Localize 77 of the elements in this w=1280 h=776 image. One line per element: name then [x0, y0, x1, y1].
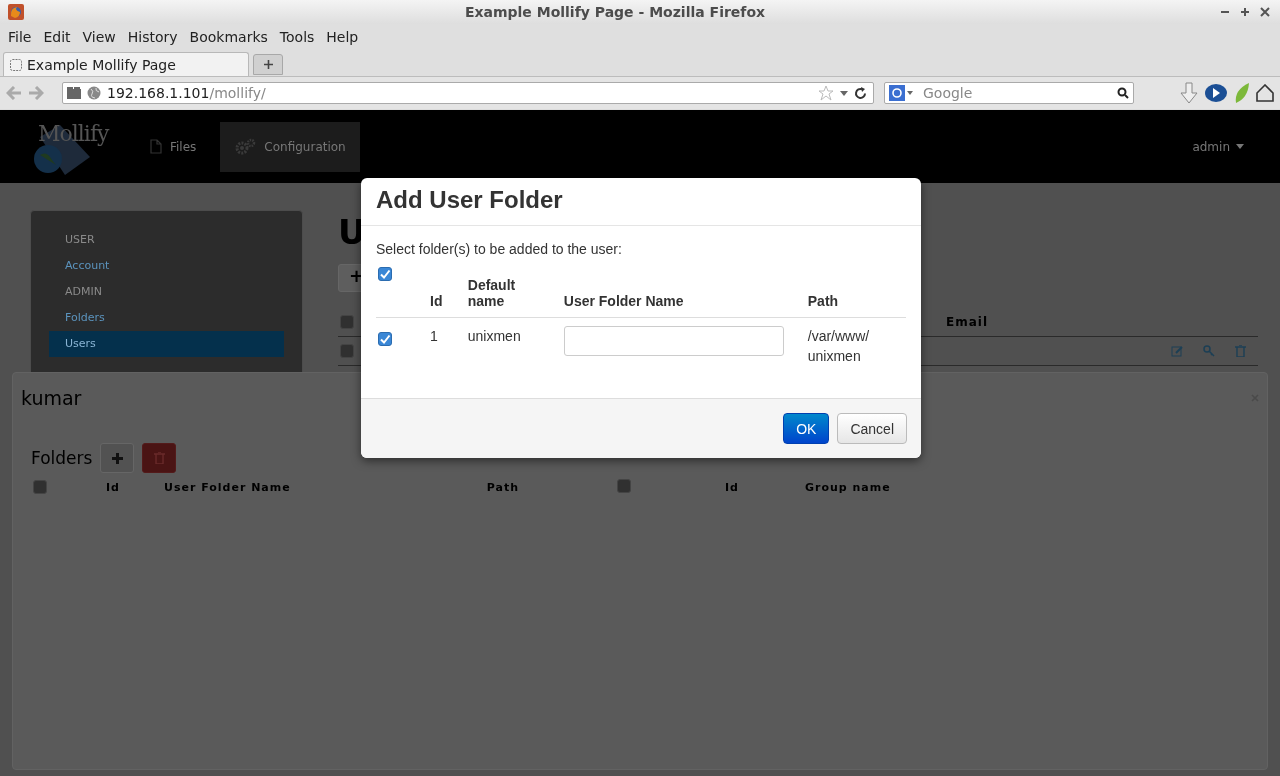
section-title: Folders: [31, 448, 93, 468]
menu-item[interactable]: Bookmarks: [183, 29, 274, 45]
delete-button[interactable]: [142, 443, 177, 473]
instruction-text: Select folder(s) to be added to the user:: [376, 241, 623, 257]
maximize-icon[interactable]: [1240, 7, 1250, 17]
firefox-icon: [8, 4, 24, 20]
checkbox[interactable]: [33, 480, 47, 494]
column-header: Group name: [804, 480, 891, 494]
nav-tab[interactable]: Configuration: [220, 121, 360, 172]
forward-icon[interactable]: [28, 86, 44, 100]
menu-item[interactable]: File: [2, 29, 38, 45]
checkbox[interactable]: [340, 344, 354, 358]
search-field[interactable]: Google: [884, 82, 1134, 104]
window-title: Example Mollify Page - Mozilla Firefox: [463, 4, 767, 20]
panel-title: kumar: [21, 387, 82, 409]
address-bar[interactable]: 192.168.1.101/mollify/: [62, 82, 874, 104]
search-icon[interactable]: [1117, 87, 1129, 99]
folder-icon: [67, 87, 81, 99]
user-menu[interactable]: admin: [1192, 139, 1244, 154]
table-cell: 1: [430, 328, 438, 344]
column-header: Default name: [467, 277, 516, 309]
table-cell-text: /var/www/unixmen: [807, 327, 871, 366]
sidebar-header: USER: [64, 232, 96, 248]
star-icon[interactable]: [818, 85, 834, 101]
column-header: Id: [430, 293, 443, 309]
edit-icon[interactable]: [1171, 345, 1183, 357]
browser-tab[interactable]: Example Mollify Page: [3, 52, 249, 76]
sidebar-item[interactable]: Users: [49, 331, 284, 357]
page-icon: [10, 58, 22, 71]
column-header: Path: [486, 480, 519, 494]
download-icon[interactable]: [1180, 82, 1198, 104]
app-logo: Mollify: [30, 116, 126, 177]
leaf-icon[interactable]: [1234, 82, 1250, 104]
nav-tab[interactable]: Files: [136, 121, 211, 172]
dialog-title: Add User Folder: [376, 186, 564, 214]
sidebar-header: ADMIN: [64, 284, 103, 300]
checkbox[interactable]: [378, 332, 392, 346]
ok-button[interactable]: OK: [783, 413, 830, 444]
checkbox[interactable]: [617, 478, 631, 493]
trash-icon[interactable]: [1235, 345, 1246, 357]
sidebar-item[interactable]: Folders: [49, 305, 284, 331]
column-header: Email: [945, 315, 988, 329]
back-icon[interactable]: [6, 86, 22, 100]
trash-icon: [153, 452, 165, 464]
play-icon[interactable]: [1204, 83, 1228, 103]
nav-label: Configuration: [264, 139, 346, 154]
nav-label: Files: [170, 139, 197, 154]
new-tab-button[interactable]: [253, 54, 283, 75]
column-header: Path: [807, 293, 839, 309]
column-header: User Folder Name: [163, 480, 291, 494]
gears-icon: [234, 137, 257, 156]
url-text: 192.168.1.101/mollify/: [107, 85, 266, 101]
cancel-button[interactable]: Cancel: [837, 413, 907, 444]
home-icon[interactable]: [1256, 84, 1274, 102]
close-icon[interactable]: [1260, 7, 1270, 17]
menu-item[interactable]: View: [76, 29, 122, 45]
column-header: Id: [106, 480, 120, 494]
globe-icon: [87, 86, 101, 100]
checkbox[interactable]: [378, 267, 392, 281]
checkbox[interactable]: [340, 315, 354, 329]
column-header: User Folder Name: [563, 293, 684, 309]
sidebar-item[interactable]: Account: [49, 253, 284, 279]
input-field[interactable]: [563, 326, 784, 356]
search-engine-icon[interactable]: [889, 85, 913, 101]
reload-icon[interactable]: [854, 86, 867, 100]
column-header: Id: [725, 480, 739, 494]
plus-icon: [263, 60, 273, 69]
caret-icon: [1236, 144, 1244, 149]
menu-item[interactable]: Tools: [273, 29, 321, 45]
plus-icon: [111, 452, 123, 464]
menu-item[interactable]: Help: [320, 29, 365, 45]
table-cell: unixmen: [467, 328, 521, 344]
menu-item[interactable]: Edit: [37, 29, 77, 45]
menu-item[interactable]: History: [121, 29, 184, 45]
dropdown-icon[interactable]: [840, 90, 848, 96]
file-icon: [150, 139, 162, 154]
add-button[interactable]: [100, 443, 135, 473]
